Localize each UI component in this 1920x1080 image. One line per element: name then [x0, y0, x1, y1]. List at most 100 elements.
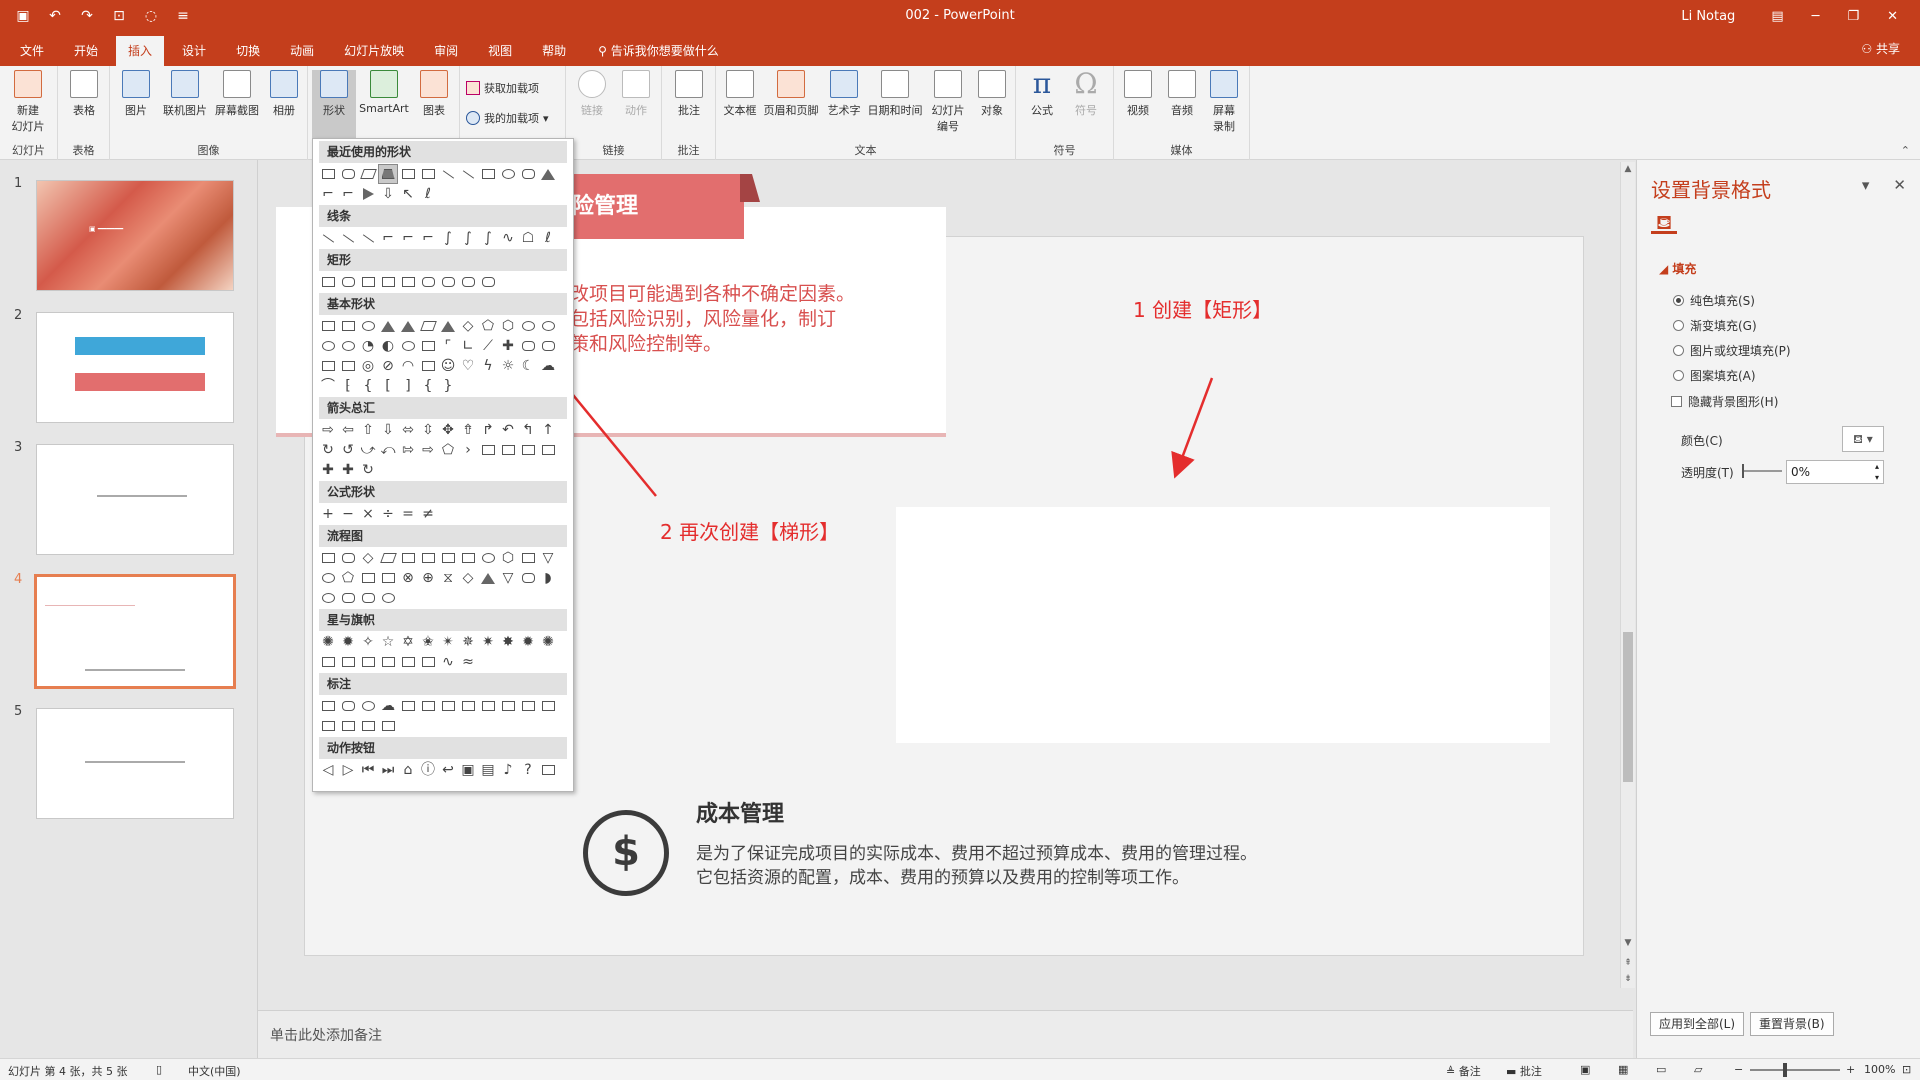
left-right-arrow-callout-icon[interactable]: ✚ [319, 461, 337, 479]
radio-unselected[interactable] [1673, 345, 1684, 356]
accent-callout3-icon[interactable] [519, 697, 537, 715]
tab-transitions[interactable]: 切换 [224, 36, 272, 66]
action-return-icon[interactable]: ↩ [439, 761, 457, 779]
slide-thumbnail-5[interactable] [36, 708, 234, 819]
snip-rect-icon[interactable] [379, 273, 397, 291]
snip-rect-icon[interactable] [399, 273, 417, 291]
curved-double-arrow-icon[interactable]: ∫ [479, 229, 497, 247]
line-callout-icon[interactable] [399, 697, 417, 715]
explosion2-icon[interactable]: ✹ [339, 633, 357, 651]
flowchart-or-icon[interactable]: ⊕ [419, 569, 437, 587]
rectangle-shape-icon[interactable] [319, 165, 337, 183]
zoom-level[interactable]: 100% [1864, 1063, 1895, 1076]
header-footer-button[interactable]: 页眉和页脚 [760, 70, 822, 118]
rect-callout-icon[interactable] [319, 697, 337, 715]
scrollbar-thumb[interactable] [1623, 632, 1633, 782]
equal-icon[interactable]: = [399, 505, 417, 523]
my-addins-button[interactable]: 我的加载项 ▾ [466, 110, 549, 126]
flowchart-manual-operation-icon[interactable]: ▽ [539, 549, 557, 567]
accent-callout-icon[interactable] [479, 697, 497, 715]
dodecagon-icon[interactable] [339, 337, 357, 355]
tell-me-search[interactable]: ⚲ 告诉我你想要做什么 [584, 36, 719, 66]
action-custom-icon[interactable] [539, 761, 557, 779]
u-turn-arrow-icon[interactable]: ↶ [499, 421, 517, 439]
right-brace-icon[interactable]: } [439, 377, 457, 395]
close-pane-icon[interactable]: ✕ [1893, 176, 1906, 194]
notes-toggle[interactable]: ≜ 备注 [1446, 1063, 1481, 1079]
star16-icon[interactable]: ✸ [499, 633, 517, 651]
up-arrow-callout-icon[interactable] [539, 441, 557, 459]
border-callout-icon[interactable] [319, 717, 337, 735]
double-wave-icon[interactable]: ≈ [459, 653, 477, 671]
quad-arrow-callout-icon[interactable]: ✚ [339, 461, 357, 479]
textbox-shape-icon[interactable] [399, 165, 417, 183]
smartart-button[interactable]: SmartArt [356, 70, 412, 115]
curved-down-arrow-icon[interactable]: ⤺ [379, 441, 397, 459]
down-arrow-icon[interactable]: ⇩ [379, 185, 397, 203]
oval-shape-icon[interactable] [359, 317, 377, 335]
parallelogram-shape-icon[interactable] [419, 317, 437, 335]
tab-view[interactable]: 视图 [476, 36, 524, 66]
line-callout3-icon[interactable] [439, 697, 457, 715]
multiply-icon[interactable]: × [359, 505, 377, 523]
picture-button[interactable]: 图片 [114, 70, 158, 118]
color-picker-button[interactable]: ⛾ ▾ [1842, 426, 1884, 452]
frame-icon[interactable] [419, 337, 437, 355]
star10-icon[interactable]: ✵ [459, 633, 477, 651]
solid-fill-option[interactable]: 纯色填充(S) [1673, 292, 1755, 309]
rounded-rect-shape-icon[interactable] [339, 165, 357, 183]
flowchart-merge-icon[interactable]: ▽ [499, 569, 517, 587]
vertical-scrollbar[interactable]: ▲ ▼ ⇞ ⇟ [1620, 162, 1635, 988]
star24-icon[interactable]: ✹ [519, 633, 537, 651]
flowchart-preparation-icon[interactable]: ⬡ [499, 549, 517, 567]
ribbon-down-icon[interactable] [339, 653, 357, 671]
tab-help[interactable]: 帮助 [530, 36, 578, 66]
flowchart-delay-icon[interactable]: ◗ [539, 569, 557, 587]
scroll-down-icon[interactable]: ▼ [1623, 938, 1633, 948]
radio-unselected[interactable] [1673, 370, 1684, 381]
block-arc-icon[interactable]: ◠ [399, 357, 417, 375]
star12-icon[interactable]: ✷ [479, 633, 497, 651]
fill-section-heading[interactable]: ◢ 填充 [1659, 260, 1696, 277]
shapes-dropdown[interactable]: 最近使用的形状 ⌐ ⌐ ⇩ ↖ ℓ 线条 ⌐ ⌐ ⌐ ∫ ∫ ∫ ∿ ☖ ℓ 矩 [312, 138, 574, 792]
flowchart-punched-tape-icon[interactable] [379, 569, 397, 587]
snip-rect-icon[interactable] [359, 273, 377, 291]
plus-icon[interactable]: + [319, 505, 337, 523]
divide-icon[interactable]: ÷ [379, 505, 397, 523]
explosion-icon[interactable]: ✺ [319, 633, 337, 651]
diamond-icon[interactable]: ◇ [459, 317, 477, 335]
right-triangle-icon[interactable] [399, 317, 417, 335]
pentagon-icon[interactable]: ⬠ [479, 317, 497, 335]
close-icon[interactable]: ✕ [1887, 9, 1898, 24]
curved-connector-icon[interactable]: ∫ [439, 229, 457, 247]
elbow-connector-icon[interactable]: ⌐ [379, 229, 397, 247]
notched-right-arrow-icon[interactable]: ⇨ [419, 441, 437, 459]
action-sound-icon[interactable]: ♪ [499, 761, 517, 779]
rectangle-shape-icon[interactable] [479, 165, 497, 183]
scroll-up-icon[interactable]: ▲ [1623, 164, 1633, 174]
shapes-button[interactable]: 形状 [312, 70, 356, 138]
restore-icon[interactable]: ❐ [1847, 9, 1859, 24]
previous-slide-icon[interactable]: ⇞ [1623, 958, 1633, 968]
next-slide-icon[interactable]: ⇟ [1623, 974, 1633, 984]
vertical-textbox-shape-icon[interactable] [419, 165, 437, 183]
accent-callout4-icon[interactable] [539, 697, 557, 715]
action-button[interactable]: 动作 [614, 70, 658, 118]
flowchart-extract-icon[interactable] [479, 569, 497, 587]
pie-icon[interactable]: ◔ [359, 337, 377, 355]
up-arrow-icon[interactable]: ⇧ [359, 421, 377, 439]
down-arrow-callout-icon[interactable] [499, 441, 517, 459]
user-name[interactable]: Li Notag [1681, 9, 1735, 24]
double-brace-icon[interactable]: { [359, 377, 377, 395]
action-beginning-icon[interactable]: ⏮ [359, 761, 377, 779]
reading-view-icon[interactable]: ▭ [1656, 1063, 1666, 1076]
tab-insert[interactable]: 插入 [116, 36, 165, 66]
heptagon-icon[interactable] [519, 317, 537, 335]
object-button[interactable]: 对象 [970, 70, 1014, 118]
oval-callout-icon[interactable] [359, 697, 377, 715]
rectangle-shape-icon[interactable] [319, 273, 337, 291]
bent-up-arrow-icon[interactable]: ↑ [539, 421, 557, 439]
flowchart-connector-icon[interactable] [319, 569, 337, 587]
pattern-fill-option[interactable]: 图案填充(A) [1673, 367, 1756, 384]
transparency-slider[interactable] [1742, 470, 1782, 472]
